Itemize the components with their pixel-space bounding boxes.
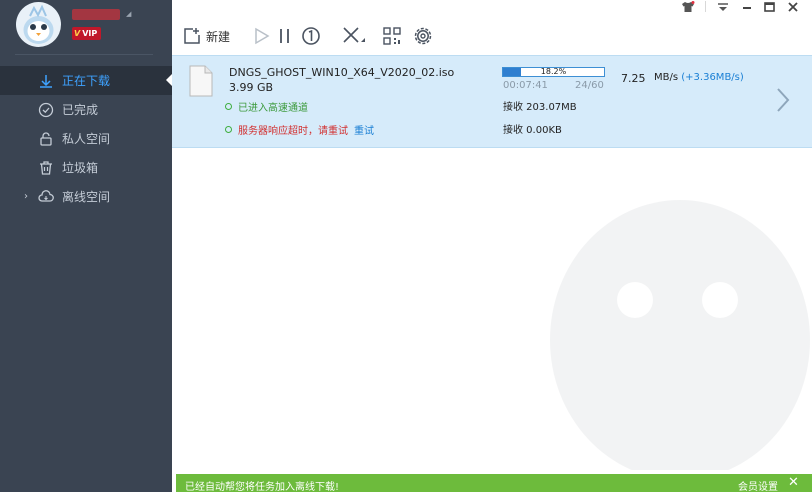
check-circle-icon [37,101,55,119]
sidebar-item-label: 私人空间 [62,132,111,146]
close-icon[interactable]: ✕ [788,475,799,490]
received-offline: 接收 0.00KB [503,125,562,136]
sidebar-nav: 正在下载 已完成 私人空间 垃圾箱 › 离线空间 [0,66,172,211]
toolbar: 新建 [172,18,812,54]
received-high-speed: 接收 203.07MB [503,102,577,113]
avatar-bird-icon [23,4,54,44]
notification-message: 已经自动帮您将任务加入离线下载! [185,482,340,492]
main-menu-icon[interactable] [715,0,731,14]
delete-button[interactable] [342,25,366,47]
delete-x-icon [343,27,365,43]
file-size: 3.99 GB [229,81,274,94]
sidebar-item-offline-space[interactable]: › 离线空间 [0,182,172,211]
member-settings-link[interactable]: 会员设置 [738,478,778,492]
skin-shirt-icon[interactable] [680,0,696,14]
speed-unit: MB/s [654,72,679,83]
speed-unit-group: MB/s (+3.36MB/s) [654,72,744,83]
speed-limit-icon [302,27,320,45]
progress-bar: 18.2% [502,67,605,77]
maximize-icon[interactable] [761,0,777,14]
new-task-button[interactable]: 新建 [183,25,230,47]
sidebar-item-private-space[interactable]: 私人空间 [0,124,172,153]
sidebar-item-label: 已完成 [62,103,99,117]
elapsed-time: 00:07:41 [503,80,548,91]
qr-code-icon [383,27,401,45]
sidebar-item-label: 离线空间 [62,190,111,204]
pause-button[interactable] [278,25,292,47]
sidebar-item-downloading[interactable]: 正在下载 [0,66,172,95]
qr-code-button[interactable] [382,25,402,47]
sidebar-item-trash[interactable]: 垃圾箱 [0,153,172,182]
cloud-icon [37,188,55,206]
sidebar: ◢ V VIP 正在下载 已完成 私人空间 垃圾箱 › 离线空间 [0,0,172,492]
file-name: DNGS_GHOST_WIN10_X64_V2020_02.iso [229,66,455,79]
play-icon [255,27,270,45]
server-timeout-text: 服务器响应超时，请重试 [238,126,348,137]
sidebar-item-label: 垃圾箱 [62,161,99,175]
start-button[interactable] [254,25,270,47]
chevron-right-icon[interactable]: › [24,191,28,202]
new-task-label: 新建 [206,29,231,44]
vip-badge[interactable]: V VIP [72,27,102,40]
speed-limit-button[interactable] [301,25,321,47]
chevron-right-icon[interactable] [776,87,790,116]
speed-boost: (+3.36MB/s) [681,72,744,83]
window-controls-divider [705,1,706,12]
background-mascot-watermark [530,150,812,480]
high-speed-channel-text: 已进入高速通道 [238,103,308,114]
download-task-row[interactable]: DNGS_GHOST_WIN10_X64_V2020_02.iso 3.99 G… [172,55,812,148]
status-dot-icon [225,126,232,133]
pause-icon [280,29,289,43]
settings-button[interactable] [412,25,434,47]
vip-label: VIP [82,29,98,38]
minimize-icon[interactable] [739,0,755,14]
lock-icon [37,130,55,148]
download-icon [37,72,55,90]
high-speed-channel-status: 已进入高速通道 [225,99,308,114]
avatar[interactable] [16,2,61,47]
notification-bar: 已经自动帮您将任务加入离线下载! 会员设置 ✕ [176,474,812,492]
username-redacted[interactable] [72,9,120,20]
download-speed: 7.25 [621,72,646,85]
sidebar-item-completed[interactable]: 已完成 [0,95,172,124]
trash-icon [37,159,55,177]
progress-percent: 18.2% [540,67,567,76]
connection-count: 24/60 [575,80,604,91]
new-file-icon [184,28,200,44]
user-menu-caret-icon[interactable]: ◢ [126,10,131,18]
status-dot-icon [225,103,232,110]
retry-link[interactable]: 重试 [354,122,374,137]
close-icon[interactable] [785,0,801,14]
sidebar-divider [15,54,153,55]
offline-server-status: 服务器响应超时，请重试 重试 [225,122,374,137]
gear-icon [414,27,432,45]
sidebar-item-label: 正在下载 [62,74,111,88]
file-icon [188,65,214,100]
